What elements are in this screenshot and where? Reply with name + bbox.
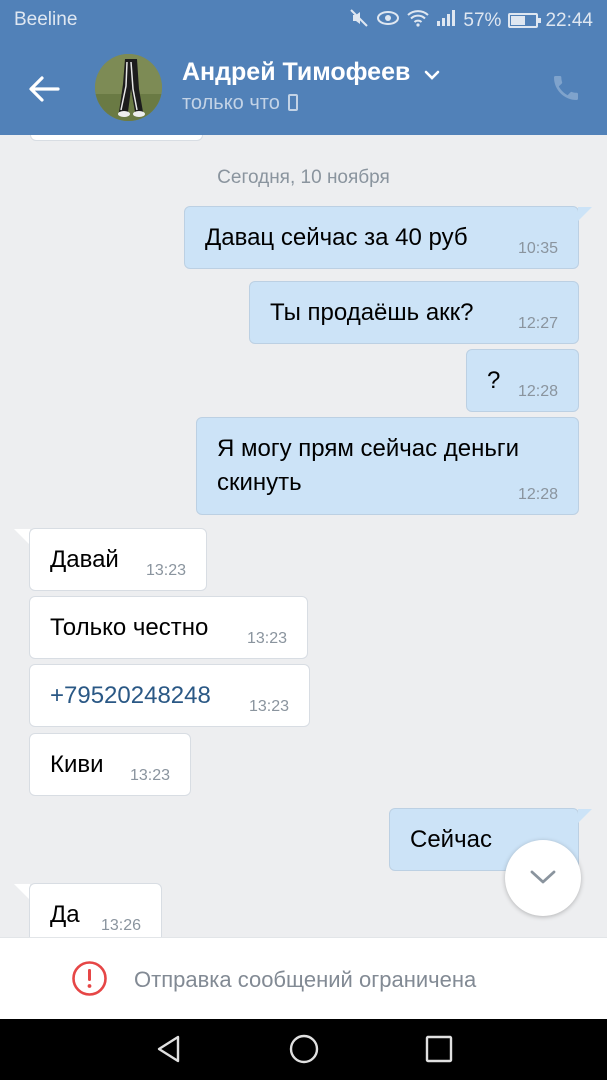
message-time: 12:28 xyxy=(517,486,558,503)
scroll-down-button[interactable] xyxy=(505,840,581,916)
warning-icon xyxy=(71,960,108,997)
message-time: 13:23 xyxy=(129,767,170,784)
contact-name[interactable]: Андрей Тимофеев xyxy=(182,58,441,88)
message-text: ? xyxy=(487,367,501,394)
message-time: 13:23 xyxy=(145,562,186,579)
message-text: Я могу прям сейчас деньги скинуть xyxy=(217,435,520,496)
avatar[interactable] xyxy=(95,54,162,121)
message-bubble-incoming[interactable]: Давай 13:23 xyxy=(29,528,207,591)
mute-icon xyxy=(349,8,369,33)
contact-status: только что xyxy=(182,92,298,115)
message-bubble-outgoing[interactable]: Ты продаёшь акк? 12:27 xyxy=(249,281,579,344)
battery-percent: 57% xyxy=(463,9,502,31)
message-bubble-incoming[interactable]: +79520248248 13:23 xyxy=(29,664,310,727)
mobile-phone-icon xyxy=(287,94,298,111)
message-list[interactable]: Сегодня, 10 ноября Давац сейчас за 40 ру… xyxy=(0,135,607,937)
message-bubble-outgoing[interactable]: Давац сейчас за 40 руб 10:35 xyxy=(184,206,579,269)
bubble-tail xyxy=(578,809,592,823)
nav-home-icon[interactable] xyxy=(288,1033,320,1070)
message-time: 13:23 xyxy=(248,698,289,715)
nav-recents-icon[interactable] xyxy=(424,1033,454,1070)
clock: 22:44 xyxy=(545,9,593,31)
bubble-tail xyxy=(578,207,592,221)
bubble-tail xyxy=(14,529,30,545)
contact-status-text: только что xyxy=(182,92,280,114)
chevron-down-icon[interactable] xyxy=(423,59,441,88)
message-text: Сейчас xyxy=(410,826,492,853)
chevron-down-icon xyxy=(530,870,556,884)
message-bubble-incoming[interactable]: Только честно 13:23 xyxy=(29,596,308,659)
wifi-icon xyxy=(407,9,430,32)
message-time: 12:27 xyxy=(517,315,558,332)
message-bubble-incoming[interactable]: Киви 13:23 xyxy=(29,733,191,796)
message-bubble-partial xyxy=(30,135,203,141)
back-arrow-icon[interactable] xyxy=(24,69,64,109)
phone-call-icon[interactable] xyxy=(550,72,582,104)
signal-icon xyxy=(436,9,456,32)
message-text: Давай xyxy=(50,546,119,573)
message-bubble-outgoing[interactable]: ? 12:28 xyxy=(466,349,579,412)
date-separator: Сегодня, 10 ноября xyxy=(217,167,390,188)
nav-back-icon[interactable] xyxy=(154,1033,184,1070)
message-text: Да xyxy=(50,901,80,928)
phone-number-link[interactable]: +79520248248 xyxy=(50,682,211,709)
bubble-tail xyxy=(14,884,30,900)
status-bar: Beeline 57% 22:44 xyxy=(0,0,607,42)
message-text: Киви xyxy=(50,751,104,778)
system-nav-bar xyxy=(0,1019,607,1080)
status-icons: 57% 22:44 xyxy=(349,8,593,33)
message-text: Давац сейчас за 40 руб xyxy=(205,224,468,251)
carrier-name: Beeline xyxy=(14,9,78,30)
message-time: 13:23 xyxy=(246,630,287,647)
message-time: 12:28 xyxy=(517,383,558,400)
restriction-text: Отправка сообщений ограничена xyxy=(134,967,477,992)
message-bubble-outgoing[interactable]: Я могу прям сейчас деньги скинуть 12:28 xyxy=(196,417,579,515)
message-time: 10:35 xyxy=(517,240,558,257)
contact-name-text: Андрей Тимофеев xyxy=(182,58,411,86)
restriction-banner: Отправка сообщений ограничена xyxy=(0,937,607,1019)
message-text: Ты продаёшь акк? xyxy=(270,299,474,326)
message-bubble-incoming[interactable]: Да 13:26 xyxy=(29,883,162,937)
eye-icon xyxy=(376,9,400,32)
message-text: Только честно xyxy=(50,614,209,641)
message-time: 13:26 xyxy=(100,917,141,934)
chat-header: Андрей Тимофеев только что xyxy=(0,42,607,135)
battery-icon xyxy=(508,13,542,28)
